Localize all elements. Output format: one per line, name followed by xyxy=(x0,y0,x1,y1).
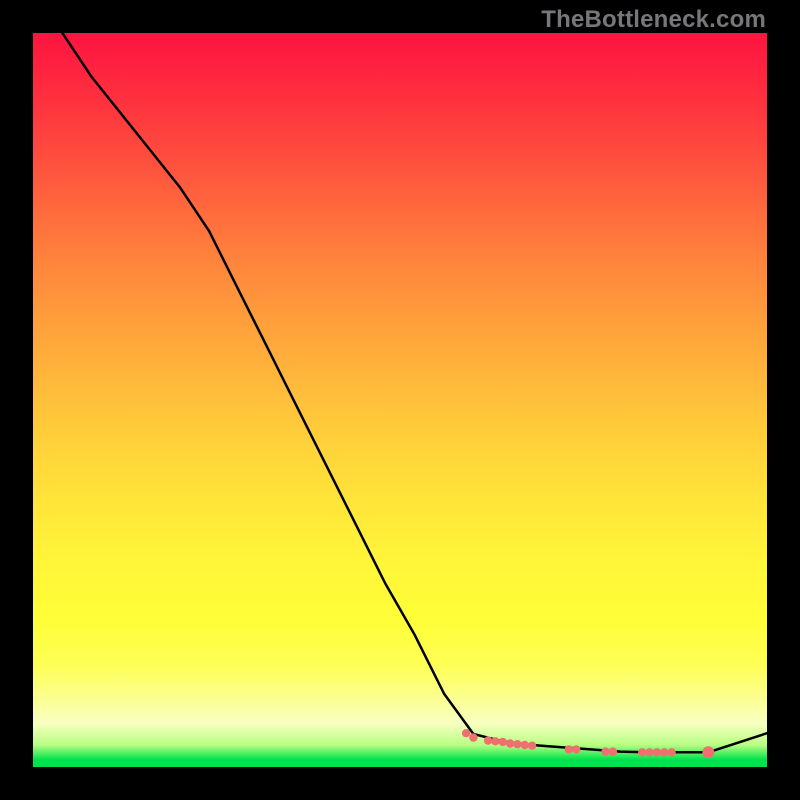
chart-frame: TheBottleneck.com xyxy=(0,0,800,800)
end-marker xyxy=(702,746,714,758)
highlight-dots xyxy=(462,729,713,757)
bottleneck-curve-path xyxy=(33,0,767,752)
chart-overlay xyxy=(33,33,767,767)
watermark-label: TheBottleneck.com xyxy=(541,6,766,34)
